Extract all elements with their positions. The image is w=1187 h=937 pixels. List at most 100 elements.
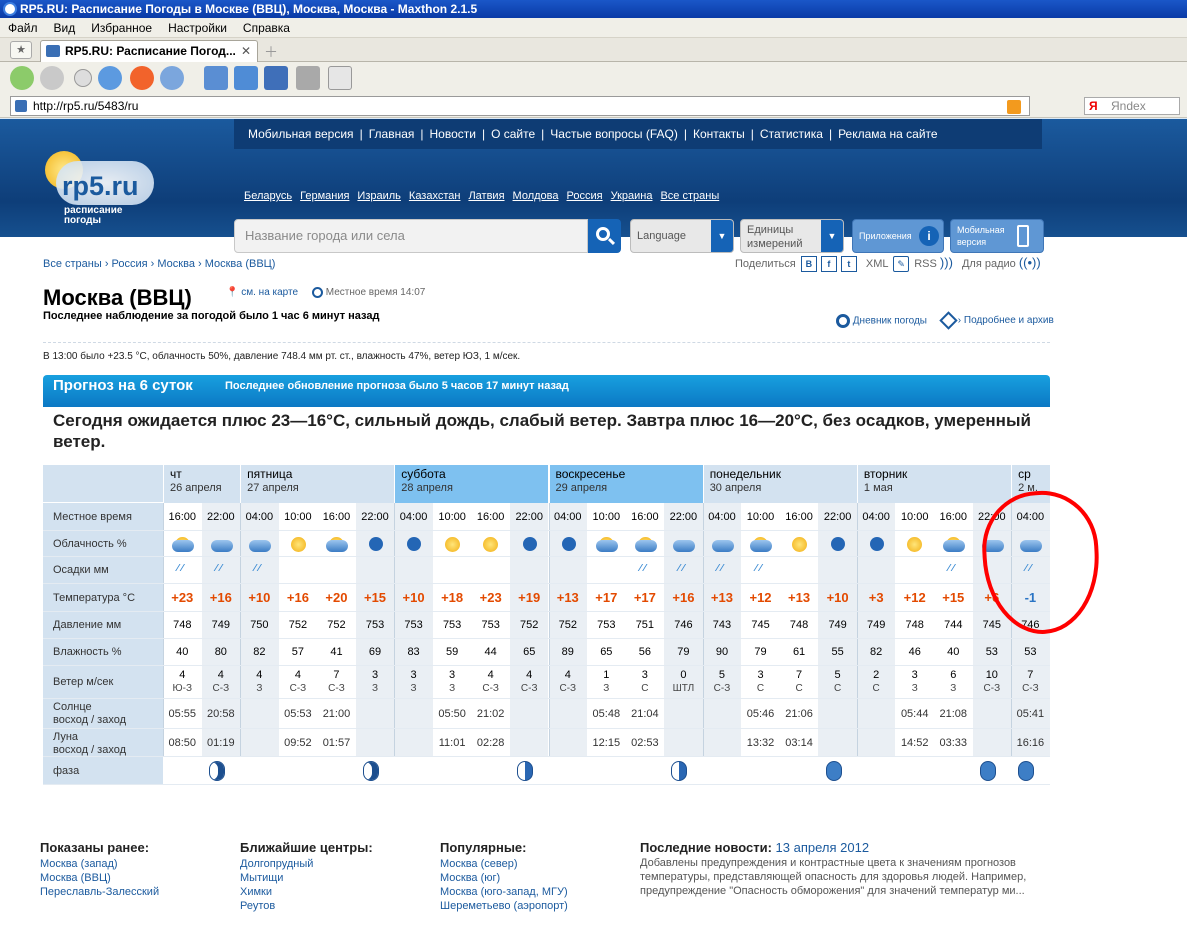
wind-speed: 3 [449, 669, 456, 681]
nav-link-4[interactable]: Частые вопросы (FAQ) [550, 127, 678, 141]
popular-link-3[interactable]: Шереметьево (аэропорт) [440, 899, 568, 913]
menu-item-1[interactable]: Вид [46, 18, 84, 38]
apps-button[interactable]: Приложения i [852, 219, 944, 253]
weather-diary-link[interactable]: Дневник погоды [836, 314, 927, 328]
xml-link[interactable]: XML [866, 258, 888, 270]
nav-link-0[interactable]: Мобильная версия [248, 127, 354, 141]
country-link-0[interactable]: Беларусь [244, 190, 292, 202]
country-link-3[interactable]: Казахстан [409, 190, 461, 202]
news-date[interactable]: 13 апреля 2012 [776, 840, 870, 855]
nav-separator: | [420, 127, 424, 141]
day-header-1: пятница 27 апреля [240, 465, 395, 503]
nearby-link-0[interactable]: Долгопрудный [240, 857, 373, 871]
wind-speed: 3 [911, 669, 918, 681]
nav-link-3[interactable]: О сайте [491, 127, 535, 141]
humidity-cell: 65 [523, 646, 536, 658]
country-link-2[interactable]: Израиль [357, 190, 400, 202]
undo-icon[interactable] [160, 66, 184, 90]
language-label: Language [637, 230, 686, 242]
forecast-title: Прогноз на 6 суток [53, 377, 193, 394]
city-search-input[interactable]: Название города или села [234, 219, 588, 253]
close-tab-icon[interactable]: ✕ [241, 41, 251, 61]
archive-link[interactable]: › Подробнее и архив [939, 311, 1054, 330]
nav-link-2[interactable]: Новости [430, 127, 476, 141]
recent-link-1[interactable]: Москва (ВВЦ) [40, 871, 159, 885]
country-link-5[interactable]: Молдова [513, 190, 559, 202]
temperature-cell: -1 [1024, 590, 1037, 605]
radio-link[interactable]: Для радио [962, 258, 1016, 270]
back-icon[interactable] [10, 66, 34, 90]
rss-icon[interactable]: ))) [940, 255, 953, 270]
breadcrumb[interactable]: Все страны › Россия › Москва › Москва (В… [43, 258, 275, 270]
sunset-cell: 21:02 [476, 708, 505, 720]
wind-direction: Ю-З [172, 683, 193, 694]
facebook-icon[interactable]: f [820, 256, 837, 273]
nav-link-5[interactable]: Контакты [693, 127, 745, 141]
country-link-6[interactable]: Россия [567, 190, 603, 202]
print-icon[interactable] [296, 66, 320, 90]
new-tab-icon[interactable]: ＋ [264, 42, 278, 62]
site-logo[interactable]: rp5.ru [62, 171, 139, 202]
nearby-link-1[interactable]: Мытищи [240, 871, 373, 885]
yandex-search-input[interactable]: Я Яndex [1084, 97, 1180, 115]
menu-item-2[interactable]: Избранное [83, 18, 160, 38]
map-link[interactable]: 📍 см. на карте [226, 287, 298, 298]
units-select[interactable]: Единицы измерений ▼ [740, 219, 844, 253]
rss-link[interactable]: RSS [914, 258, 937, 270]
favorites-star-icon[interactable]: ★ [10, 41, 32, 59]
pressure-cell: 746 [674, 619, 693, 631]
sun-icon [787, 535, 811, 553]
refresh-icon[interactable] [98, 66, 122, 90]
popular-link-1[interactable]: Москва (юг) [440, 871, 568, 885]
rain-drops-icon: ⁄ ⁄ [1025, 563, 1032, 574]
history-dropdown-icon[interactable] [74, 69, 92, 87]
language-select[interactable]: Language ▼ [630, 219, 734, 253]
wind-direction: С [756, 683, 765, 694]
list-icon[interactable] [328, 66, 352, 90]
url-input[interactable]: http://rp5.ru/5483/ru [10, 96, 1030, 116]
browser-tab[interactable]: RP5.RU: Расписание Погод... ✕ [40, 40, 258, 62]
nav-link-6[interactable]: Статистика [760, 127, 823, 141]
window-icon[interactable] [204, 66, 228, 90]
save-icon[interactable] [264, 66, 288, 90]
sunset-cell: 21:04 [631, 708, 659, 720]
recent-link-2[interactable]: Переславль-Залесский [40, 885, 159, 899]
download-icon[interactable] [234, 66, 258, 90]
rss-feed-icon[interactable] [1007, 100, 1021, 114]
popular-link-0[interactable]: Москва (север) [440, 857, 568, 871]
mobile-version-button[interactable]: Мобильная версия [950, 219, 1044, 253]
temperature-cell: +3 [868, 590, 884, 605]
wind-direction: С [872, 683, 880, 694]
time-cell: 10:00 [592, 511, 621, 523]
vkontakte-icon[interactable]: B [800, 256, 817, 273]
popular-link-2[interactable]: Москва (юго-запад, МГУ) [440, 885, 568, 899]
search-button[interactable] [588, 219, 621, 253]
nav-link-1[interactable]: Главная [369, 127, 415, 141]
map-pin-icon: 📍 [226, 287, 239, 298]
temperature-cell: +12 [903, 590, 926, 605]
nearby-link-3[interactable]: Реутов [240, 899, 373, 913]
xml-icon[interactable]: ✎ [893, 256, 910, 273]
radio-icon[interactable]: ((•)) [1019, 255, 1041, 270]
current-observation: В 13:00 было +23.5 °C, облачность 50%, д… [43, 351, 521, 362]
menu-item-4[interactable]: Справка [235, 18, 298, 38]
cloud-icon [247, 535, 272, 553]
recent-link-0[interactable]: Москва (запад) [40, 857, 159, 871]
twitter-icon[interactable]: t [840, 256, 857, 273]
menu-item-0[interactable]: Файл [0, 18, 46, 38]
nav-link-7[interactable]: Реклама на сайте [838, 127, 938, 141]
country-link-1[interactable]: Германия [300, 190, 349, 202]
sun-shape [290, 537, 306, 552]
wind-direction: С-З [482, 683, 499, 694]
nearby-link-2[interactable]: Химки [240, 885, 373, 899]
menu-item-3[interactable]: Настройки [160, 18, 235, 38]
wind-speed: 1 [603, 669, 610, 681]
day-date: 28 апреля [401, 482, 453, 494]
country-link-4[interactable]: Латвия [468, 190, 504, 202]
stop-icon[interactable] [130, 66, 154, 90]
country-link-8[interactable]: Все страны [660, 190, 719, 202]
forward-icon[interactable] [40, 66, 64, 90]
wind-speed: 3 [757, 669, 764, 681]
country-link-7[interactable]: Украина [611, 190, 653, 202]
wind-speed: 7 [333, 669, 340, 681]
